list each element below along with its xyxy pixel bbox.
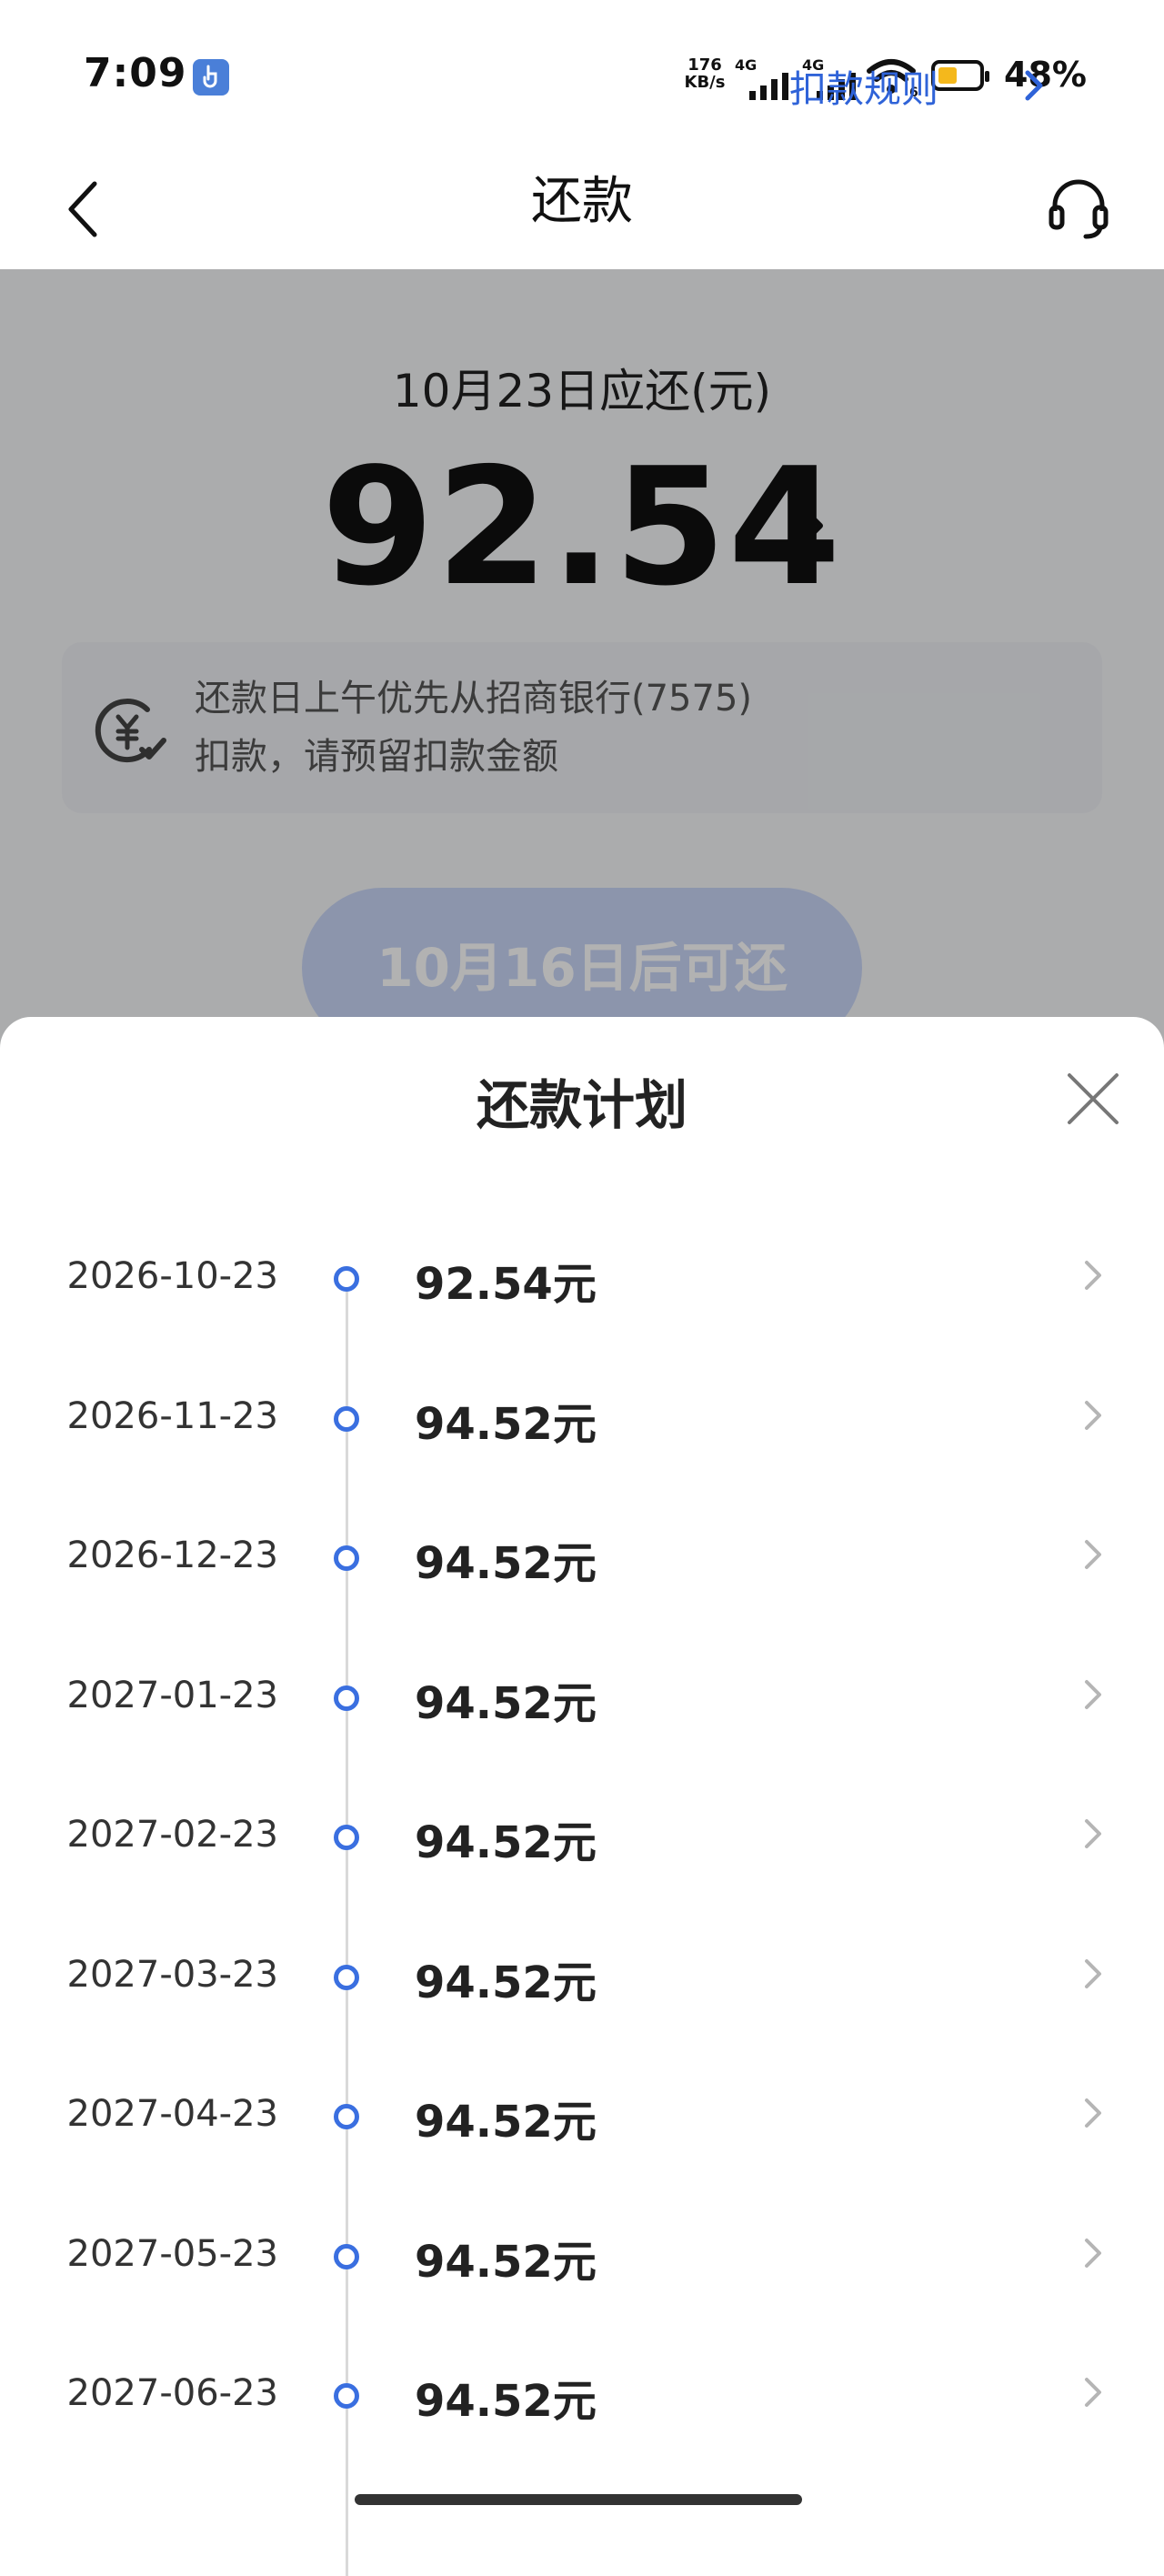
plan-amount-value: 94.52 [415,1957,553,2008]
plan-row[interactable]: 2027-05-23 94.52元 [0,2213,1164,2304]
battery-icon [931,60,989,91]
plan-amount-value: 94.52 [415,1398,553,1450]
plan-date: 2026-10-23 [66,1255,278,1297]
plan-amount-unit: 元 [552,1259,597,1310]
timeline-dot-icon [334,1405,359,1432]
timeline-dot-icon [334,1266,359,1292]
plan-amount-unit: 元 [552,1398,597,1450]
plan-date: 2027-02-23 [66,1814,278,1856]
customer-service-button[interactable] [1042,171,1115,244]
nav-header: 还款 [0,146,1164,269]
plan-amount-unit: 元 [552,1817,597,1868]
status-time: 7:09 [84,50,187,96]
timeline-dot-icon [334,2104,359,2129]
plan-row[interactable]: 2027-02-23 94.52元 [0,1794,1164,1885]
deduction-rules-link[interactable]: 扣款规则 [789,58,938,113]
chevron-right-icon [1082,2374,1104,2414]
plan-amount-unit: 元 [552,2376,597,2427]
plan-date: 2026-11-23 [66,1394,278,1437]
timeline-dot-icon [334,1545,359,1571]
plan-amount-value: 92.54 [415,1259,553,1310]
plan-date: 2026-12-23 [66,1535,278,1576]
chevron-right-icon [1082,1956,1104,1996]
plan-amount: 92.54元 [415,1248,597,1312]
chevron-right-icon [1082,1257,1104,1297]
chevron-right-icon [1082,2095,1104,2135]
home-indicator[interactable] [355,2494,802,2505]
timeline-dot-icon [334,1685,359,1711]
plan-amount-unit: 元 [552,1538,597,1589]
plan-amount: 94.52元 [415,1388,597,1452]
plan-amount-unit: 元 [552,1957,597,2008]
plan-amount-value: 94.52 [415,1677,553,1729]
plan-amount-unit: 元 [552,1677,597,1729]
status-bar: 7:09 176 KB/s 4G 4G 6 48% [0,0,1164,146]
plan-date: 2027-04-23 [66,2093,278,2135]
sheet-title: 还款计划 [476,1074,687,1136]
plan-row[interactable]: 2026-11-23 94.52元 [0,1375,1164,1466]
plan-amount-value: 94.52 [415,1538,553,1589]
plan-amount-unit: 元 [552,2236,597,2288]
timeline-dot-icon [334,1964,359,1990]
page-title: 还款 [531,172,633,231]
chevron-right-icon [1082,1536,1104,1576]
modal-overlay[interactable] [0,269,1164,1088]
plan-date: 2027-01-23 [66,1674,278,1716]
timeline-dot-icon [334,1825,359,1850]
signal-icon: 4G [733,56,791,100]
plan-amount-unit: 元 [552,2097,597,2148]
timeline-dot-icon [334,2243,359,2269]
plan-row[interactable]: 2026-12-23 94.52元 [0,1514,1164,1605]
chevron-right-icon [1082,1816,1104,1856]
chevron-right-icon [1022,67,1046,107]
plan-amount: 94.52元 [415,2086,597,2149]
plan-amount-value: 94.52 [415,1817,553,1868]
plan-row[interactable]: 2027-01-23 94.52元 [0,1655,1164,1746]
chevron-right-icon [1082,1676,1104,1716]
plan-amount-value: 94.52 [415,2376,553,2427]
close-icon [1068,1073,1119,1124]
headset-icon [1049,179,1109,239]
plan-amount-value: 94.52 [415,2236,553,2288]
plan-row[interactable]: 2027-03-23 94.52元 [0,1934,1164,2025]
plan-row[interactable]: 2027-06-23 94.52元 [0,2352,1164,2443]
plan-amount: 94.52元 [415,1527,597,1591]
chevron-right-icon [1082,1397,1104,1437]
repayment-plan-sheet: 还款计划 2026-10-23 92.54元 2026-11-23 94.52元 202… [0,1017,1164,2576]
plan-amount: 94.52元 [415,2365,597,2429]
timeline-dot-icon [334,2383,359,2409]
plan-date: 2027-05-23 [66,2232,278,2275]
touch-app-icon [193,59,229,96]
chevron-right-icon [1082,2235,1104,2275]
plan-amount: 94.52元 [415,1947,597,2010]
plan-amount-value: 94.52 [415,2097,553,2148]
plan-row[interactable]: 2027-04-23 94.52元 [0,2073,1164,2164]
plan-amount: 94.52元 [415,2226,597,2289]
plan-amount: 94.52元 [415,1667,597,1731]
close-button[interactable] [1064,1070,1122,1128]
plan-row[interactable]: 2026-10-23 92.54元 [0,1235,1164,1326]
plan-date: 2027-03-23 [66,1953,278,1996]
network-speed: 176 KB/s [684,55,726,92]
plan-amount: 94.52元 [415,1806,597,1870]
plan-date: 2027-06-23 [66,2372,278,2414]
